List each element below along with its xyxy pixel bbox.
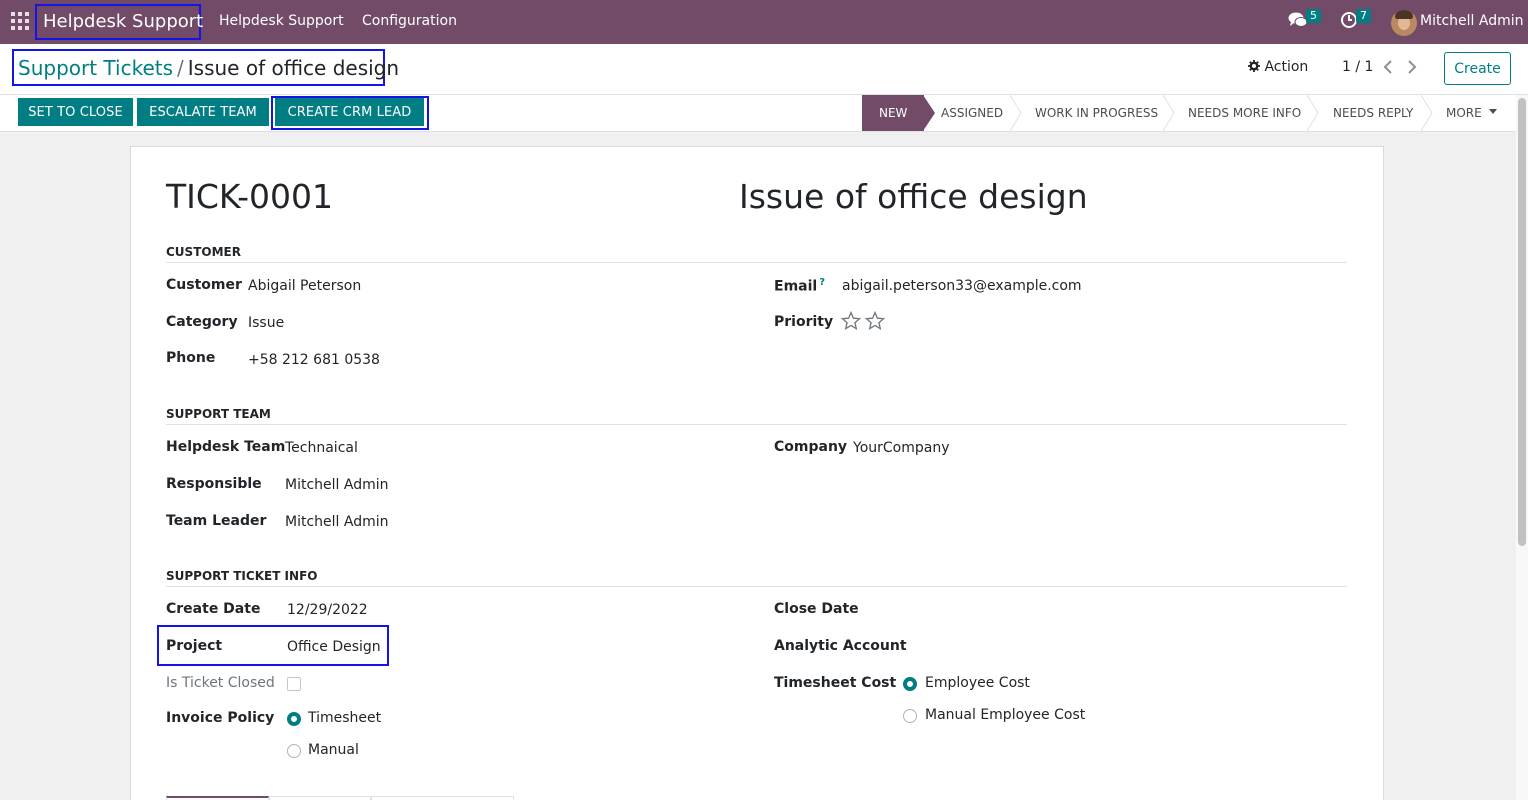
scrollbar-thumb[interactable]: [1518, 98, 1526, 546]
top-navbar: Helpdesk Support Helpdesk Support Config…: [0, 0, 1528, 44]
timesheet-cost-label: Timesheet Cost: [774, 675, 897, 691]
stage-separator: [1010, 95, 1022, 131]
email-help-icon[interactable]: ?: [819, 277, 825, 288]
close-date-label: Close Date: [774, 601, 859, 617]
notebook-tab[interactable]: [166, 796, 269, 800]
responsible-field[interactable]: Mitchell Admin: [285, 477, 389, 493]
manual-employee-cost-radio[interactable]: [903, 709, 917, 723]
company-field[interactable]: YourCompany: [853, 440, 950, 456]
create-date-field[interactable]: 12/29/2022: [287, 602, 368, 618]
customer-label: Customer: [166, 277, 242, 293]
project-field[interactable]: Office Design: [287, 639, 381, 655]
customer-field[interactable]: Abigail Peterson: [248, 278, 361, 294]
phone-label: Phone: [166, 350, 216, 366]
chat-icon[interactable]: [1288, 11, 1308, 29]
responsible-label: Responsible: [166, 476, 262, 492]
manual-employee-cost-label[interactable]: Manual Employee Cost: [925, 707, 1085, 723]
create-crm-lead-button[interactable]: CREATE CRM LEAD: [275, 98, 424, 126]
invoice-policy-label: Invoice Policy: [166, 710, 275, 726]
action-label: Action: [1264, 59, 1309, 75]
stage-assigned[interactable]: ASSIGNED: [941, 95, 1003, 131]
form-sheet: [130, 146, 1384, 800]
notebook-tab[interactable]: [269, 796, 371, 800]
employee-cost-radio[interactable]: [903, 677, 917, 691]
stage-work-in-progress[interactable]: WORK IN PROGRESS: [1035, 95, 1158, 131]
section-divider: [166, 586, 1347, 587]
menu-helpdesk-support[interactable]: Helpdesk Support: [219, 13, 344, 29]
gear-icon: [1248, 60, 1260, 72]
user-menu[interactable]: Mitchell Admin: [1420, 13, 1524, 29]
caret-down-icon: [1488, 109, 1497, 114]
email-field[interactable]: abigail.peterson33@example.com: [842, 278, 1082, 294]
invoice-timesheet-radio[interactable]: [287, 712, 301, 726]
stage-separator: [1421, 95, 1433, 131]
breadcrumb: Support Tickets / Issue of office design: [18, 56, 399, 80]
invoice-manual-radio[interactable]: [287, 744, 301, 758]
analytic-account-label: Analytic Account: [774, 638, 907, 654]
control-panel: Support Tickets / Issue of office design A…: [0, 44, 1528, 95]
set-to-close-button[interactable]: SET TO CLOSE: [18, 98, 133, 126]
notebook-tab[interactable]: [371, 796, 514, 800]
helpdesk-team-label: Helpdesk Team: [166, 439, 286, 455]
pager-value[interactable]: 1 / 1: [1342, 59, 1373, 75]
ticket-name-field[interactable]: Issue of office design: [739, 177, 1088, 216]
team-leader-label: Team Leader: [166, 513, 267, 529]
section-divider: [166, 424, 1347, 425]
email-label: Email?: [774, 277, 825, 295]
app-brand[interactable]: Helpdesk Support: [35, 4, 203, 40]
section-divider: [166, 262, 1347, 263]
section-title-ticket-info: SUPPORT TICKET INFO: [166, 569, 318, 583]
stage-more-dropdown[interactable]: MORE: [1446, 95, 1497, 131]
chevron-left-icon[interactable]: [1383, 60, 1393, 74]
helpdesk-team-field[interactable]: Technaical: [285, 440, 358, 456]
stage-separator: [1307, 95, 1319, 131]
ticket-closed-checkbox[interactable]: [287, 677, 301, 691]
stage-arrow: [923, 95, 935, 131]
create-button[interactable]: Create: [1444, 52, 1511, 85]
priority-label: Priority: [774, 314, 834, 330]
stage-more-label: MORE: [1446, 106, 1482, 120]
breadcrumb-support-tickets[interactable]: Support Tickets: [18, 56, 173, 80]
category-label: Category: [166, 314, 238, 330]
email-label-text: Email: [774, 278, 818, 295]
star-icon[interactable]: [865, 311, 885, 331]
breadcrumb-current: Issue of office design: [187, 56, 400, 80]
stage-separator: [1163, 95, 1175, 131]
stage-needs-more-info[interactable]: NEEDS MORE INFO: [1188, 95, 1301, 131]
team-leader-field[interactable]: Mitchell Admin: [285, 514, 389, 530]
star-icon[interactable]: [841, 311, 861, 331]
status-bar: SET TO CLOSE ESCALATE TEAM CREATE CRM LE…: [0, 95, 1528, 132]
escalate-team-button[interactable]: ESCALATE TEAM: [137, 98, 269, 126]
invoice-timesheet-label[interactable]: Timesheet: [308, 710, 381, 726]
apps-grid-icon[interactable]: [11, 12, 29, 30]
invoice-manual-label[interactable]: Manual: [308, 742, 359, 758]
ticket-number[interactable]: TICK-0001: [166, 177, 333, 216]
section-title-support-team: SUPPORT TEAM: [166, 407, 271, 421]
project-label: Project: [166, 638, 223, 654]
ticket-closed-label: Is Ticket Closed: [166, 675, 275, 691]
stage-new[interactable]: NEW: [862, 95, 925, 131]
activities-count-badge: 7: [1356, 9, 1371, 23]
action-menu-button[interactable]: Action: [1248, 59, 1308, 75]
chevron-right-icon[interactable]: [1407, 60, 1417, 74]
section-title-customer: CUSTOMER: [166, 245, 241, 259]
phone-field[interactable]: +58 212 681 0538: [248, 352, 380, 368]
company-label: Company: [774, 439, 848, 455]
menu-configuration[interactable]: Configuration: [362, 13, 457, 29]
breadcrumb-separator: /: [177, 56, 184, 80]
create-date-label: Create Date: [166, 601, 261, 617]
messages-count-badge: 5: [1306, 9, 1321, 23]
avatar[interactable]: [1391, 10, 1417, 36]
category-field[interactable]: Issue: [248, 315, 284, 331]
stage-needs-reply[interactable]: NEEDS REPLY: [1333, 95, 1413, 131]
employee-cost-label[interactable]: Employee Cost: [925, 675, 1030, 691]
